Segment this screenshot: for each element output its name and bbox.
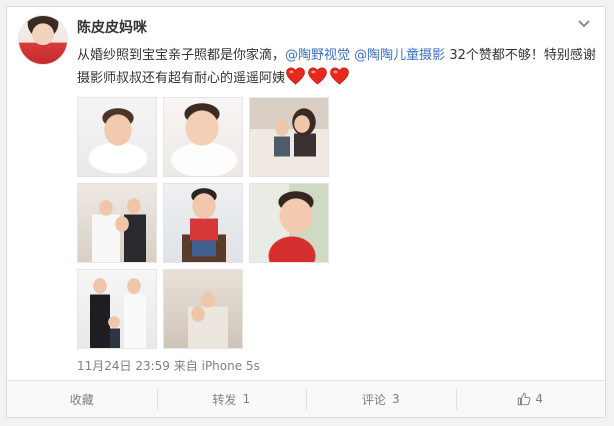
mention-taoye-visual[interactable]: @陶野视觉 (285, 48, 350, 63)
username[interactable]: 陈皮皮妈咪 (77, 17, 147, 37)
post-text: 从婚纱照到宝宝亲子照都是你家滴，@陶野视觉 @陶陶儿童摄影 32个赞都不够！特别… (77, 44, 597, 90)
repost-count: 1 (242, 392, 251, 406)
action-bar: 收藏 转发 1 评论 3 4 (7, 380, 605, 417)
comment-label: 评论 (361, 392, 386, 407)
favorite-label: 收藏 (69, 392, 94, 407)
like-button[interactable]: 4 (455, 381, 606, 417)
heart-emoji-icon (308, 67, 327, 85)
repost-label: 转发 (212, 392, 237, 407)
post-text-body: 从婚纱照到宝宝亲子照都是你家滴， (77, 48, 286, 63)
avatar[interactable] (18, 15, 68, 65)
photo-thumbnail[interactable] (77, 97, 157, 177)
photo-thumbnail[interactable] (163, 269, 243, 349)
post-timestamp[interactable]: 11月24日 23:59 (77, 359, 170, 373)
comment-button[interactable]: 评论 3 (306, 381, 456, 417)
photo-thumbnail[interactable] (163, 183, 243, 263)
weibo-post-card: 陈皮皮妈咪 从婚纱照到宝宝亲子照都是你家滴，@陶野视觉 @陶陶儿童摄影 32个赞… (6, 6, 606, 418)
heart-emoji-group (285, 67, 350, 85)
chevron-down-icon[interactable] (576, 16, 592, 32)
post-source[interactable]: iPhone 5s (202, 359, 260, 373)
photo-grid (77, 97, 329, 349)
thumbs-up-icon (518, 392, 531, 406)
heart-emoji-icon (286, 67, 305, 85)
repost-button[interactable]: 转发 1 (156, 381, 307, 417)
photo-thumbnail[interactable] (249, 183, 329, 263)
like-count: 4 (535, 392, 544, 406)
photo-thumbnail[interactable] (163, 97, 243, 177)
source-prefix: 来自 (173, 359, 198, 373)
post-meta: 11月24日 23:59 来自 iPhone 5s (77, 357, 260, 374)
comment-count: 3 (391, 392, 400, 406)
favorite-button[interactable]: 收藏 (7, 381, 157, 417)
photo-thumbnail[interactable] (77, 183, 157, 263)
heart-emoji-icon (330, 67, 349, 85)
photo-thumbnail[interactable] (249, 97, 329, 177)
photo-thumbnail[interactable] (77, 269, 157, 349)
mention-taotao-kids-photography[interactable]: @陶陶儿童摄影 (354, 48, 445, 63)
